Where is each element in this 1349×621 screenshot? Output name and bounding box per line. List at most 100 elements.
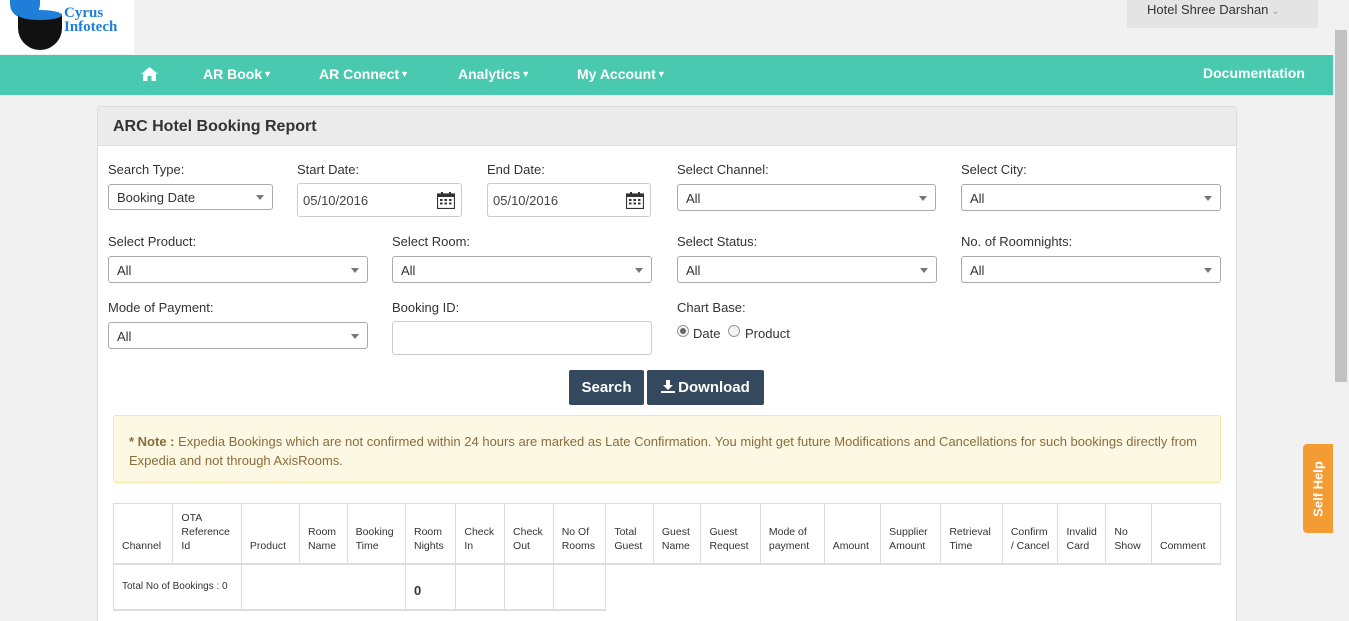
- hotel-name: Hotel Shree Darshan: [1147, 2, 1269, 17]
- search-type-label: Search Type:: [108, 162, 185, 177]
- caret-down-icon: [635, 268, 643, 273]
- product-value: All: [117, 263, 132, 278]
- caret-down-icon: ▼: [656, 69, 666, 79]
- col-ota-reference-id[interactable]: OTA Reference Id: [172, 503, 242, 565]
- col-check-in[interactable]: Check In: [455, 503, 506, 565]
- nav-ar-connect-label: AR Connect: [319, 66, 400, 82]
- chart-base-product-label: Product: [745, 326, 790, 341]
- col-channel[interactable]: Channel: [113, 503, 174, 565]
- end-date-input[interactable]: 05/10/2016: [487, 183, 651, 217]
- search-button[interactable]: Search: [569, 370, 644, 405]
- table-header-row: Channel OTA Reference Id Product Room Na…: [113, 503, 1221, 565]
- col-supplier-amount[interactable]: Supplier Amount: [880, 503, 942, 565]
- caret-down-icon: [920, 268, 928, 273]
- start-date-label: Start Date:: [297, 162, 360, 177]
- col-booking-time[interactable]: Booking Time: [346, 503, 407, 565]
- hotel-selector[interactable]: Hotel Shree Darshan ⌄: [1127, 0, 1318, 28]
- city-select[interactable]: All: [961, 184, 1221, 211]
- total-empty-cell: [455, 563, 506, 611]
- download-button[interactable]: Download: [647, 370, 764, 405]
- caret-down-icon: [1204, 268, 1212, 273]
- nav-analytics-label: Analytics: [458, 66, 521, 82]
- channel-label: Select Channel:: [677, 162, 769, 177]
- product-label: Select Product:: [108, 234, 197, 249]
- status-label: Select Status:: [677, 234, 758, 249]
- channel-select[interactable]: All: [677, 184, 936, 211]
- col-retrieval-time[interactable]: Retrieval Time: [940, 503, 1003, 565]
- col-room-name[interactable]: Room Name: [299, 503, 348, 565]
- col-guest-request[interactable]: Guest Request: [700, 503, 761, 565]
- payment-select[interactable]: All: [108, 322, 368, 349]
- nav-my-account-label: My Account: [577, 66, 656, 82]
- page-scrollbar-thumb[interactable]: [1335, 30, 1347, 382]
- channel-value: All: [686, 191, 701, 206]
- col-comment[interactable]: Comment: [1150, 503, 1221, 565]
- expedia-note-alert: * Note : Expedia Bookings which are not …: [113, 415, 1221, 483]
- payment-label: Mode of Payment:: [108, 300, 214, 315]
- caret-down-icon: [351, 268, 359, 273]
- main-nav: AR Book▼ AR Connect▼ Analytics▼ My Accou…: [0, 55, 1333, 95]
- col-mode-of-payment[interactable]: Mode of payment: [759, 503, 825, 565]
- chart-base-label: Chart Base:: [677, 300, 746, 315]
- col-room-nights[interactable]: Room Nights: [404, 503, 457, 565]
- status-select[interactable]: All: [677, 256, 937, 283]
- end-date-label: End Date:: [487, 162, 545, 177]
- col-guest-name[interactable]: Guest Name: [652, 503, 702, 565]
- roomnights-select[interactable]: All: [961, 256, 1221, 283]
- self-help-label: Self Help: [1310, 460, 1326, 517]
- col-check-out[interactable]: Check Out: [504, 503, 554, 565]
- start-date-input[interactable]: 05/10/2016: [297, 183, 462, 217]
- booking-table-wrap: Channel OTA Reference Id Product Room Na…: [113, 503, 1221, 621]
- col-no-show[interactable]: No Show: [1105, 503, 1152, 565]
- payment-value: All: [117, 329, 132, 344]
- caret-down-icon: ▼: [400, 69, 410, 79]
- top-header: Cyrus Infotech Hotel Shree Darshan ⌄: [0, 0, 1333, 55]
- nav-ar-book[interactable]: AR Book▼: [203, 66, 272, 82]
- note-text: Expedia Bookings which are not confirmed…: [129, 434, 1197, 468]
- city-value: All: [970, 191, 985, 206]
- self-help-button[interactable]: Self Help: [1303, 444, 1333, 533]
- status-value: All: [686, 263, 701, 278]
- search-type-select[interactable]: Booking Date: [108, 184, 273, 210]
- calendar-icon[interactable]: [437, 192, 455, 209]
- search-type-value: Booking Date: [117, 190, 196, 205]
- calendar-icon[interactable]: [626, 192, 644, 209]
- room-value: All: [401, 263, 416, 278]
- chevron-down-icon: ⌄: [1271, 6, 1280, 17]
- nav-analytics[interactable]: Analytics▼: [458, 66, 530, 82]
- caret-down-icon: [919, 196, 927, 201]
- cyrus-infotech-logo[interactable]: Cyrus Infotech: [0, 0, 134, 54]
- caret-down-icon: [1204, 196, 1212, 201]
- col-amount[interactable]: Amount: [823, 503, 882, 565]
- caret-down-icon: ▼: [263, 69, 273, 79]
- table-total-row: Total No of Bookings : 0 0: [113, 563, 1221, 611]
- total-room-nights-cell: 0: [404, 563, 457, 611]
- col-total-guest[interactable]: Total Guest: [605, 503, 654, 565]
- product-select[interactable]: All: [108, 256, 368, 283]
- download-button-label: Download: [678, 379, 750, 396]
- logo-brand-text: Cyrus Infotech: [64, 6, 118, 35]
- col-invalid-card[interactable]: Invalid Card: [1057, 503, 1107, 565]
- col-product[interactable]: Product: [240, 503, 301, 565]
- chart-base-product-radio[interactable]: [728, 325, 740, 337]
- nav-documentation[interactable]: Documentation: [1203, 65, 1305, 81]
- download-icon: [661, 380, 676, 393]
- note-prefix: * Note :: [129, 434, 175, 449]
- total-empty-cell: [504, 563, 554, 611]
- nav-ar-connect[interactable]: AR Connect▼: [319, 66, 409, 82]
- col-no-of-rooms[interactable]: No Of Rooms: [552, 503, 607, 565]
- room-label: Select Room:: [392, 234, 471, 249]
- room-select[interactable]: All: [392, 256, 652, 283]
- logo-brand-line2: Infotech: [64, 19, 118, 35]
- total-empty-cell: [240, 563, 407, 611]
- nav-my-account[interactable]: My Account▼: [577, 66, 666, 82]
- chart-base-date-label: Date: [693, 326, 721, 341]
- home-icon[interactable]: [141, 67, 158, 81]
- start-date-value: 05/10/2016: [303, 193, 369, 208]
- booking-id-input[interactable]: [392, 321, 652, 355]
- col-confirm-cancel[interactable]: Confirm / Cancel: [1001, 503, 1059, 565]
- chart-base-date-radio[interactable]: [677, 325, 689, 337]
- logo-cup-rim: [18, 10, 62, 20]
- total-empty-cell: [552, 563, 607, 611]
- total-bookings-cell: Total No of Bookings : 0: [113, 563, 242, 611]
